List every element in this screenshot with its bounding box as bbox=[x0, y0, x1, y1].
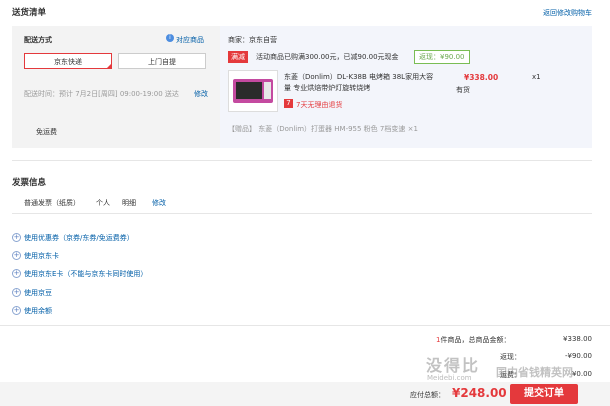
expand-icon[interactable]: + bbox=[12, 306, 21, 315]
coupon-option[interactable]: 使用优惠券（京券/东券/免运费券） bbox=[24, 233, 134, 243]
invoice-type: 普通发票（纸质） bbox=[24, 199, 80, 207]
delivery-time-modify[interactable]: 修改 bbox=[194, 89, 208, 99]
section-title: 送货清单 bbox=[12, 8, 47, 18]
expand-icon[interactable]: + bbox=[12, 233, 21, 242]
invoice-person: 个人 bbox=[96, 199, 110, 207]
cashback-amount: -¥90.00 bbox=[564, 352, 592, 360]
invoice-modify[interactable]: 修改 bbox=[152, 198, 166, 208]
delivery-label: 配送方式 bbox=[24, 36, 52, 44]
expand-icon[interactable]: + bbox=[12, 288, 21, 297]
divider bbox=[12, 213, 592, 214]
payable-amount: ¥248.00 bbox=[452, 386, 507, 400]
help-icon[interactable]: i bbox=[166, 34, 174, 42]
cashback-label: 返现： bbox=[500, 353, 521, 361]
invoice-detail: 明细 bbox=[122, 199, 136, 207]
product-stock: 有货 bbox=[456, 86, 470, 94]
delivery-option-express[interactable]: 京东快递 bbox=[24, 53, 112, 69]
oven-window bbox=[236, 82, 262, 99]
watermark-brand: 没得比 bbox=[426, 356, 481, 375]
delivery-time: 配送时间：预计 7月2日[周四] 09:00-19:00 送达 bbox=[24, 90, 179, 98]
promo-text: 活动商品已购满300.00元，已减90.00元现金 bbox=[256, 53, 399, 61]
delivery-option-pickup[interactable]: 上门自提 bbox=[118, 53, 206, 69]
product-qty: x1 bbox=[532, 73, 541, 81]
shop-name: 商家：京东自营 bbox=[228, 36, 277, 44]
promo-tag: 满减 bbox=[228, 51, 248, 63]
expand-icon[interactable]: + bbox=[12, 251, 21, 260]
free-shipping-label: 免运费 bbox=[36, 128, 57, 136]
return-icon: 7 bbox=[284, 99, 293, 108]
expand-icon[interactable]: + bbox=[12, 269, 21, 278]
summary-total-row: 1件商品，总商品金额： ¥338.00 bbox=[436, 335, 592, 345]
watermark-slogan: 国内省钱精英网 bbox=[496, 366, 573, 379]
related-products-link[interactable]: 对应商品 bbox=[176, 35, 204, 45]
product-price: ¥338.00 bbox=[464, 73, 499, 82]
payable-label: 应付总额： bbox=[410, 391, 445, 399]
jd-beans-option[interactable]: 使用京豆 bbox=[24, 288, 52, 298]
jd-card-option[interactable]: 使用京东卡 bbox=[24, 251, 59, 261]
return-policy: 7天无理由退货 bbox=[296, 101, 343, 109]
product-image[interactable] bbox=[228, 70, 278, 112]
product-title[interactable]: 东菱（Donlim）DL-K38B 电烤箱 38L家用大容量 专业烘焙带炉灯旋转… bbox=[284, 72, 434, 94]
bottom-divider bbox=[0, 325, 610, 326]
shipping-amount: ¥0.00 bbox=[571, 370, 592, 378]
back-to-cart-link[interactable]: 返回修改购物车 bbox=[543, 8, 592, 18]
invoice-title: 发票信息 bbox=[12, 178, 47, 188]
divider bbox=[12, 160, 592, 161]
gift-item: 【赠品】 东菱（Donlim）打蛋器 HM-955 粉色 7档变速 ×1 bbox=[228, 125, 418, 133]
oven-knobs bbox=[264, 82, 271, 99]
e-card-option[interactable]: 使用京东E卡（不能与京东卡同时使用） bbox=[24, 269, 147, 279]
balance-option[interactable]: 使用余额 bbox=[24, 306, 52, 316]
promo-badge: 返现：¥90.00 bbox=[414, 50, 470, 64]
total-amount: ¥338.00 bbox=[563, 335, 592, 343]
submit-order-button[interactable]: 提交订单 bbox=[510, 384, 578, 404]
watermark-domain: Meidebi.com bbox=[427, 374, 472, 382]
item-count-label: 件商品，总商品金额： bbox=[440, 336, 511, 344]
